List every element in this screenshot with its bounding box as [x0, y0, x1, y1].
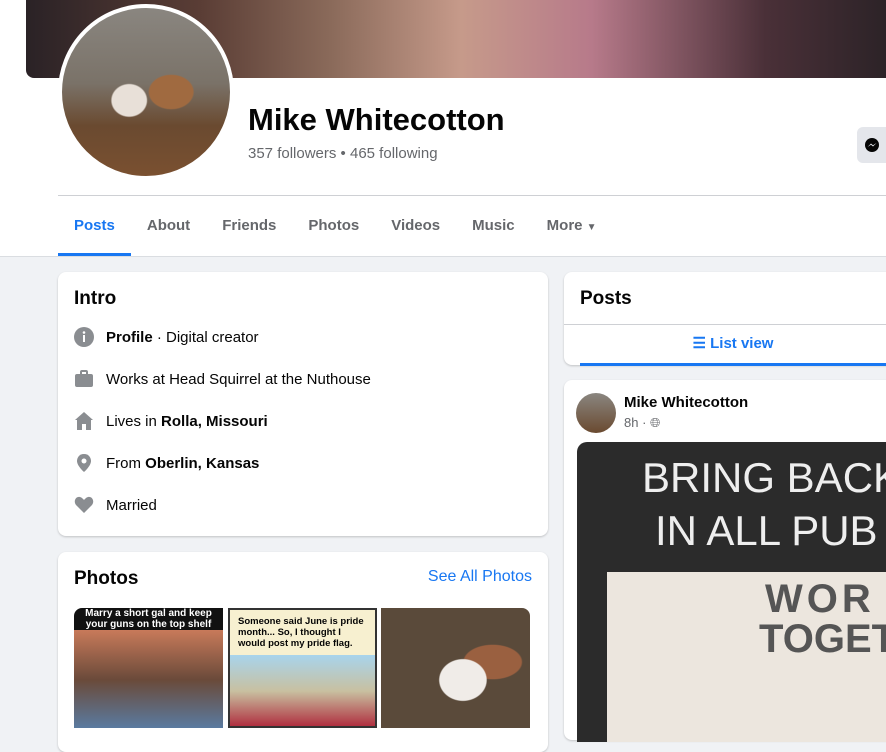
list-view-tab[interactable]: ☰ List view — [580, 325, 886, 366]
messenger-icon — [865, 138, 879, 152]
post-time[interactable]: 8h — [624, 415, 638, 430]
intro-item-from: From Oberlin, Kansas — [74, 442, 532, 484]
intro-title: Intro — [74, 288, 117, 309]
sign-text: WOR — [765, 577, 875, 621]
photo-thumbnail[interactable]: Someone said June is pride month... So, … — [228, 608, 377, 728]
text: Works at Head Squirrel at the Nuthouse — [106, 370, 371, 388]
view-tabs: ☰ List view — [564, 324, 886, 366]
intro-item-work: Works at Head Squirrel at the Nuthouse — [74, 358, 532, 400]
globe-icon: 🌐︎ — [650, 415, 661, 430]
tab-photos[interactable]: Photos — [292, 200, 375, 256]
post-meta: 8h · 🌐︎ — [624, 415, 660, 431]
text: Married — [106, 496, 157, 514]
header-divider — [58, 195, 886, 196]
profile-header: Mike Whitecotton 357 followers • 465 fol… — [0, 0, 886, 257]
text: Lives in — [106, 412, 162, 430]
photo-thumbnail[interactable] — [381, 608, 530, 728]
image-text: IN ALL PUB — [655, 507, 878, 554]
post-author-name[interactable]: Mike Whitecotton — [624, 394, 748, 411]
post-image[interactable]: BRING BACK IN ALL PUB WOR TOGETHE — [577, 442, 886, 742]
briefcase-icon — [74, 369, 94, 389]
see-all-photos-link[interactable]: See All Photos — [428, 568, 532, 590]
separator: • — [336, 145, 350, 162]
list-view-label: List view — [710, 335, 774, 352]
bold-text[interactable]: Rolla, Missouri — [161, 413, 268, 430]
following-link[interactable]: 465 following — [350, 145, 438, 162]
photo-caption: Marry a short gal and keep your guns on … — [85, 608, 212, 630]
posts-title: Posts — [580, 288, 632, 309]
intro-card: Intro Profile · Digital creator Works at… — [58, 272, 548, 536]
image-text: BRING BACK — [642, 454, 886, 501]
tab-friends[interactable]: Friends — [206, 200, 292, 256]
posts-header-card: Posts ☰ List view — [564, 272, 886, 366]
list-icon: ☰ — [692, 335, 706, 352]
post-author-avatar[interactable] — [576, 393, 616, 433]
bold-text: Profile — [106, 328, 153, 346]
caret-down-icon: ▼ — [586, 222, 597, 233]
profile-avatar[interactable] — [58, 4, 234, 180]
heart-icon — [74, 495, 94, 515]
tab-music[interactable]: Music — [456, 200, 531, 256]
follow-counts: 357 followers • 465 following — [248, 145, 438, 162]
photos-title: Photos — [74, 568, 139, 589]
tab-more[interactable]: More ▼ — [531, 200, 613, 256]
sign-text: TOGETHE — [759, 617, 886, 661]
tab-about[interactable]: About — [131, 200, 206, 256]
profile-tabs: Posts About Friends Photos Videos Music … — [58, 200, 613, 256]
bold-text[interactable]: Oberlin, Kansas — [145, 455, 259, 472]
text: · Digital creator — [152, 328, 259, 346]
home-icon — [74, 411, 94, 431]
photo-thumbnail[interactable]: Marry a short gal and keep your guns on … — [74, 608, 223, 728]
more-label: More — [546, 217, 583, 234]
separator: · — [638, 415, 651, 430]
photo-caption: Someone said June is pride month... So, … — [238, 616, 364, 649]
tab-videos[interactable]: Videos — [375, 200, 456, 256]
intro-item-lives: Lives in Rolla, Missouri — [74, 400, 532, 442]
intro-item-profile: Profile · Digital creator — [74, 316, 532, 358]
post-card: Mike Whitecotton 8h · 🌐︎ BRING BACK IN A… — [564, 380, 886, 742]
workshop-photo: WOR TOGETHE — [607, 572, 886, 742]
profile-name: Mike Whitecotton — [248, 102, 505, 137]
location-pin-icon — [74, 453, 94, 473]
text: From — [106, 454, 146, 472]
tab-posts[interactable]: Posts — [58, 200, 131, 256]
followers-link[interactable]: 357 followers — [248, 145, 336, 162]
intro-item-relationship: Married — [74, 484, 532, 526]
messenger-button[interactable] — [857, 127, 886, 163]
info-icon — [74, 327, 94, 347]
